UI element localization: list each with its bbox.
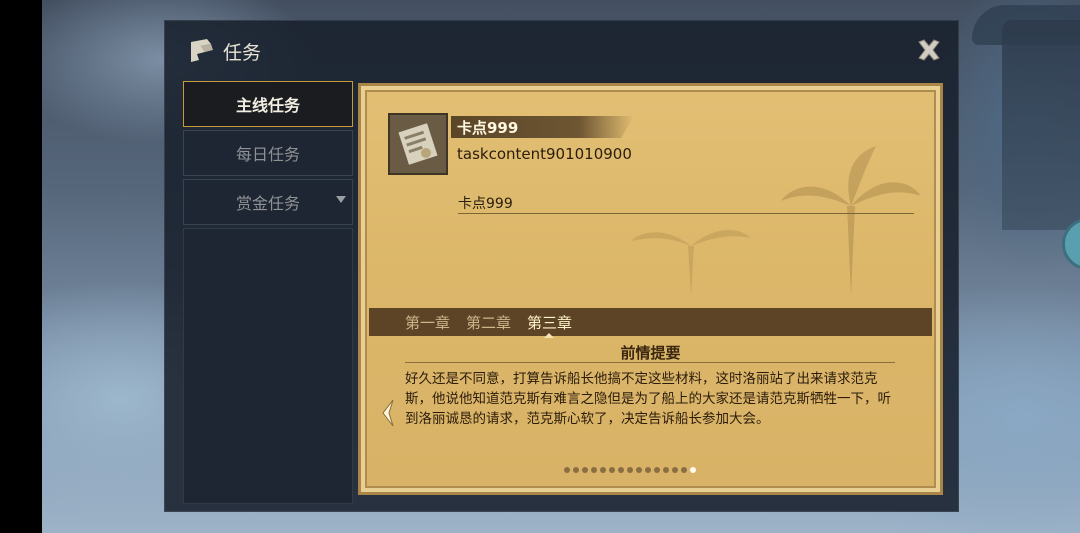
pagination-dots — [564, 467, 696, 473]
pagination-dot[interactable] — [573, 467, 579, 473]
palm-tree-decoration — [781, 146, 921, 296]
divider — [405, 362, 895, 363]
quest-title: 卡点999 — [457, 119, 519, 137]
dropdown-arrow-icon — [336, 196, 346, 203]
pagination-dot[interactable] — [600, 467, 606, 473]
palm-tree-decoration — [631, 229, 751, 296]
window-header: 任务 — [187, 35, 261, 67]
quest-objective: 卡点999 — [458, 196, 513, 212]
chapter-tab-1[interactable]: 第一章 — [405, 312, 450, 333]
pagination-dot[interactable] — [663, 467, 669, 473]
tab-label: 每日任务 — [235, 145, 300, 164]
pagination-dot[interactable] — [690, 467, 696, 473]
pagination-dot[interactable] — [627, 467, 633, 473]
quest-window: 任务 主线任务 每日任务 赏金任务 卡点999 taskcontent90101… — [164, 20, 959, 512]
chapter-tab-2[interactable]: 第二章 — [466, 312, 511, 333]
chapter-bar: 第一章 第二章 第三章 — [369, 308, 932, 338]
close-button[interactable] — [914, 35, 944, 65]
tab-bounty-quest[interactable]: 赏金任务 — [183, 179, 353, 225]
pagination-dot[interactable] — [636, 467, 642, 473]
quest-tabs: 主线任务 每日任务 赏金任务 — [183, 81, 353, 504]
tabs-empty-area — [183, 228, 353, 504]
pagination-dot[interactable] — [618, 467, 624, 473]
tab-label: 赏金任务 — [235, 194, 300, 213]
tab-label: 主线任务 — [235, 96, 300, 115]
quest-detail-panel: 卡点999 taskcontent901010900 卡点999 第一章 第二章… — [358, 83, 943, 495]
pagination-dot[interactable] — [591, 467, 597, 473]
divider — [458, 213, 914, 214]
previous-page-arrow-icon[interactable] — [379, 398, 397, 428]
tab-daily-quest[interactable]: 每日任务 — [183, 130, 353, 176]
pagination-dot[interactable] — [681, 467, 687, 473]
tower — [1002, 20, 1080, 230]
pagination-dot[interactable] — [609, 467, 615, 473]
pagination-dot[interactable] — [654, 467, 660, 473]
quest-content: taskcontent901010900 — [457, 145, 632, 163]
recap-title: 前情提要 — [620, 344, 681, 362]
close-icon — [918, 39, 940, 61]
quest-scroll-icon — [187, 36, 217, 66]
recap-text: 好久还是不同意，打算告诉船长他搞不定这些材料，这时洛丽站了出来请求范克斯，他说他… — [405, 371, 891, 427]
quest-item-slot[interactable] — [388, 113, 448, 175]
tab-main-quest[interactable]: 主线任务 — [183, 81, 353, 127]
window-title: 任务 — [223, 41, 262, 64]
scroll-icon — [398, 123, 438, 165]
pagination-dot[interactable] — [564, 467, 570, 473]
pagination-dot[interactable] — [645, 467, 651, 473]
pagination-dot[interactable] — [582, 467, 588, 473]
chapter-tab-3[interactable]: 第三章 — [527, 312, 572, 338]
pagination-dot[interactable] — [672, 467, 678, 473]
